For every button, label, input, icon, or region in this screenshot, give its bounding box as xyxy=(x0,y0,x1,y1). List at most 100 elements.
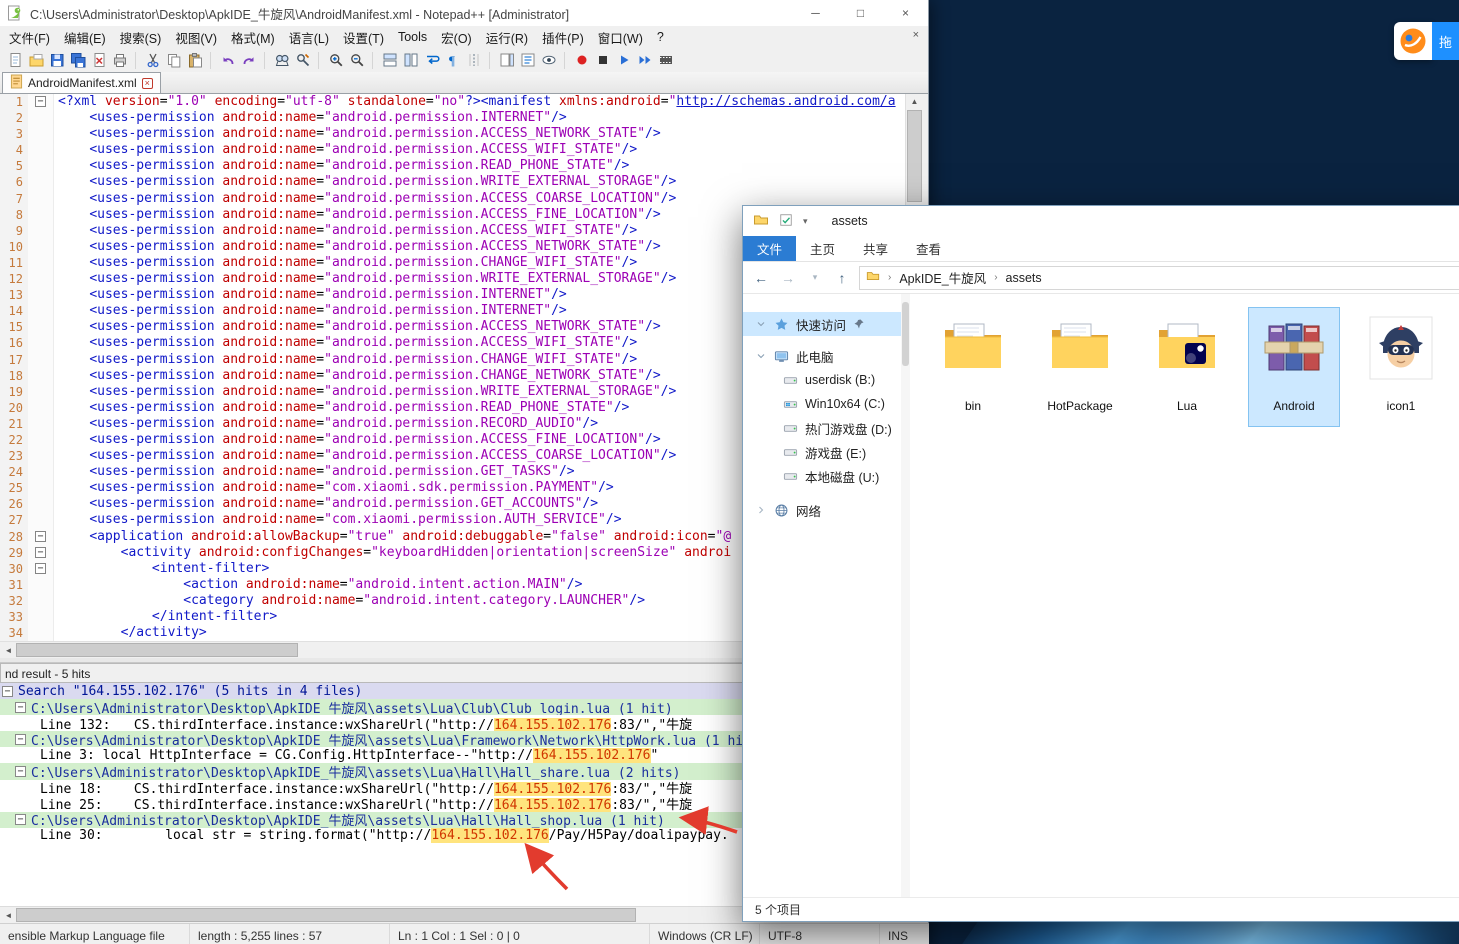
fold-collapse-icon[interactable]: − xyxy=(15,766,26,777)
tab-close-icon[interactable]: × xyxy=(142,78,153,89)
scrollbar-thumb[interactable] xyxy=(16,643,298,657)
quick-access-toolbar-dropdown-icon[interactable]: ▾ xyxy=(803,216,808,227)
fold-collapse-icon[interactable]: − xyxy=(35,531,46,542)
sync-horizontal-button[interactable] xyxy=(400,50,421,71)
breadcrumb-segment[interactable]: assets xyxy=(1006,271,1042,285)
status-encoding: UTF-8 xyxy=(760,924,880,944)
menu-item-6[interactable]: 语言(L) xyxy=(282,25,336,50)
ribbon-tab-1[interactable]: 文件 xyxy=(743,236,796,261)
macro-stop-button[interactable] xyxy=(592,50,613,71)
menu-item-5[interactable]: 格式(M) xyxy=(224,25,282,50)
menu-item-13[interactable]: ? xyxy=(650,27,671,47)
menu-item-10[interactable]: 运行(R) xyxy=(479,25,535,50)
sidebar-item-7[interactable]: 本地磁盘 (U:) xyxy=(743,464,901,488)
floating-widget[interactable]: 拖 xyxy=(1394,22,1459,60)
fold-collapse-icon[interactable]: − xyxy=(15,702,26,713)
file-item-bin[interactable]: bin xyxy=(928,308,1018,426)
close-button[interactable]: × xyxy=(883,0,928,26)
fold-collapse-icon[interactable]: − xyxy=(35,547,46,558)
function-list-button[interactable] xyxy=(517,50,538,71)
scrollbar-thumb[interactable] xyxy=(16,908,636,922)
macro-record-button[interactable] xyxy=(571,50,592,71)
open-file-button[interactable] xyxy=(25,50,46,71)
sidebar-item-8[interactable]: 网络 xyxy=(743,498,901,522)
recent-locations-button[interactable]: ▾ xyxy=(805,272,825,283)
save-all-button[interactable] xyxy=(67,50,88,71)
up-button[interactable]: ↑ xyxy=(832,270,852,286)
code-text: <uses-permission android:name="android.p… xyxy=(54,448,676,464)
show-all-characters-button[interactable]: ¶ xyxy=(442,50,463,71)
minifolder-icon xyxy=(866,269,880,283)
tab-androidmanifest[interactable]: AndroidManifest.xml × xyxy=(2,72,161,93)
close-file-button[interactable] xyxy=(88,50,109,71)
speedup-ball-icon[interactable] xyxy=(1394,22,1432,60)
drag-tab[interactable]: 拖 xyxy=(1432,22,1459,60)
cut-button[interactable] xyxy=(142,50,163,71)
menu-item-4[interactable]: 视图(V) xyxy=(168,25,224,50)
menu-item-9[interactable]: 宏(O) xyxy=(434,25,479,50)
indent-guide-button[interactable] xyxy=(463,50,484,71)
address-input[interactable]: ›ApkIDE_牛旋风›assets xyxy=(859,266,1459,290)
quick-access-toolbar-check-icon[interactable] xyxy=(779,213,793,230)
replace-button[interactable] xyxy=(292,50,313,71)
scroll-left-icon[interactable]: ◄ xyxy=(0,643,17,658)
scroll-left-icon[interactable]: ◄ xyxy=(0,908,17,923)
breadcrumb-segment[interactable]: ApkIDE_牛旋风 xyxy=(899,268,986,287)
file-item-hotpackage[interactable]: HotPackage xyxy=(1035,308,1125,426)
menu-item-12[interactable]: 窗口(W) xyxy=(591,25,650,50)
macro-save-button[interactable] xyxy=(655,50,676,71)
menu-item-1[interactable]: 文件(F) xyxy=(2,25,57,50)
paste-button[interactable] xyxy=(184,50,205,71)
macro-play-button[interactable] xyxy=(613,50,634,71)
ribbon-tab-2[interactable]: 主页 xyxy=(796,236,849,261)
minimize-button[interactable]: ─ xyxy=(793,0,838,26)
menu-item-7[interactable]: 设置(T) xyxy=(336,25,391,50)
ribbon-tab-3[interactable]: 共享 xyxy=(849,236,902,261)
fold-collapse-icon[interactable]: − xyxy=(2,686,13,697)
fold-collapse-icon[interactable]: − xyxy=(15,814,26,825)
new-file-button[interactable] xyxy=(4,50,25,71)
fold-collapse-icon[interactable]: − xyxy=(35,563,46,574)
menu-item-11[interactable]: 插件(P) xyxy=(535,25,591,50)
save-button[interactable] xyxy=(46,50,67,71)
menu-item-2[interactable]: 编辑(E) xyxy=(57,25,113,50)
sidebar-item-2[interactable]: 此电脑 xyxy=(743,344,901,368)
fold-collapse-icon[interactable]: − xyxy=(15,734,26,745)
zoom-in-button[interactable] xyxy=(325,50,346,71)
sync-vertical-button[interactable] xyxy=(379,50,400,71)
file-item-icon1[interactable]: icon1 xyxy=(1356,308,1446,426)
menu-item-8[interactable]: Tools xyxy=(391,27,434,47)
scrollbar-thumb[interactable] xyxy=(902,302,909,366)
scroll-up-icon[interactable]: ▲ xyxy=(906,94,923,109)
fold-collapse-icon[interactable]: − xyxy=(35,96,46,107)
sidebar-item-4[interactable]: Win10x64 (C:) xyxy=(743,392,901,416)
undo-button[interactable] xyxy=(217,50,238,71)
sidebar-item-6[interactable]: 游戏盘 (E:) xyxy=(743,440,901,464)
sidebar-scrollbar[interactable] xyxy=(901,294,910,897)
fold-margin xyxy=(28,609,54,625)
menubar-close-icon[interactable]: × xyxy=(913,29,919,41)
menu-item-3[interactable]: 搜索(S) xyxy=(113,25,169,50)
monitoring-button[interactable] xyxy=(538,50,559,71)
sidebar-item-3[interactable]: userdisk (B:) xyxy=(743,368,901,392)
back-button[interactable]: ← xyxy=(751,270,771,286)
file-item-android[interactable]: Android xyxy=(1249,308,1339,426)
ribbon-tab-4[interactable]: 查看 xyxy=(902,236,955,261)
fold-margin: − xyxy=(28,94,54,110)
word-wrap-button[interactable] xyxy=(421,50,442,71)
copy-button[interactable] xyxy=(163,50,184,71)
result-text: Line 132: CS.thirdInterface.instance:wxS… xyxy=(40,715,692,731)
scrollbar-thumb[interactable] xyxy=(907,110,922,202)
print-button[interactable] xyxy=(109,50,130,71)
file-item-lua[interactable]: Lua xyxy=(1142,308,1232,426)
document-map-button[interactable] xyxy=(496,50,517,71)
sidebar-item-5[interactable]: 热门游戏盘 (D:) xyxy=(743,416,901,440)
sidebar-item-1[interactable]: 快速访问 xyxy=(743,312,901,336)
redo-button[interactable] xyxy=(238,50,259,71)
find-button[interactable] xyxy=(271,50,292,71)
maximize-button[interactable]: □ xyxy=(838,0,883,26)
macro-run-button[interactable] xyxy=(634,50,655,71)
zoom-out-button[interactable] xyxy=(346,50,367,71)
map-icon xyxy=(499,52,515,68)
forward-button[interactable]: → xyxy=(778,270,798,286)
